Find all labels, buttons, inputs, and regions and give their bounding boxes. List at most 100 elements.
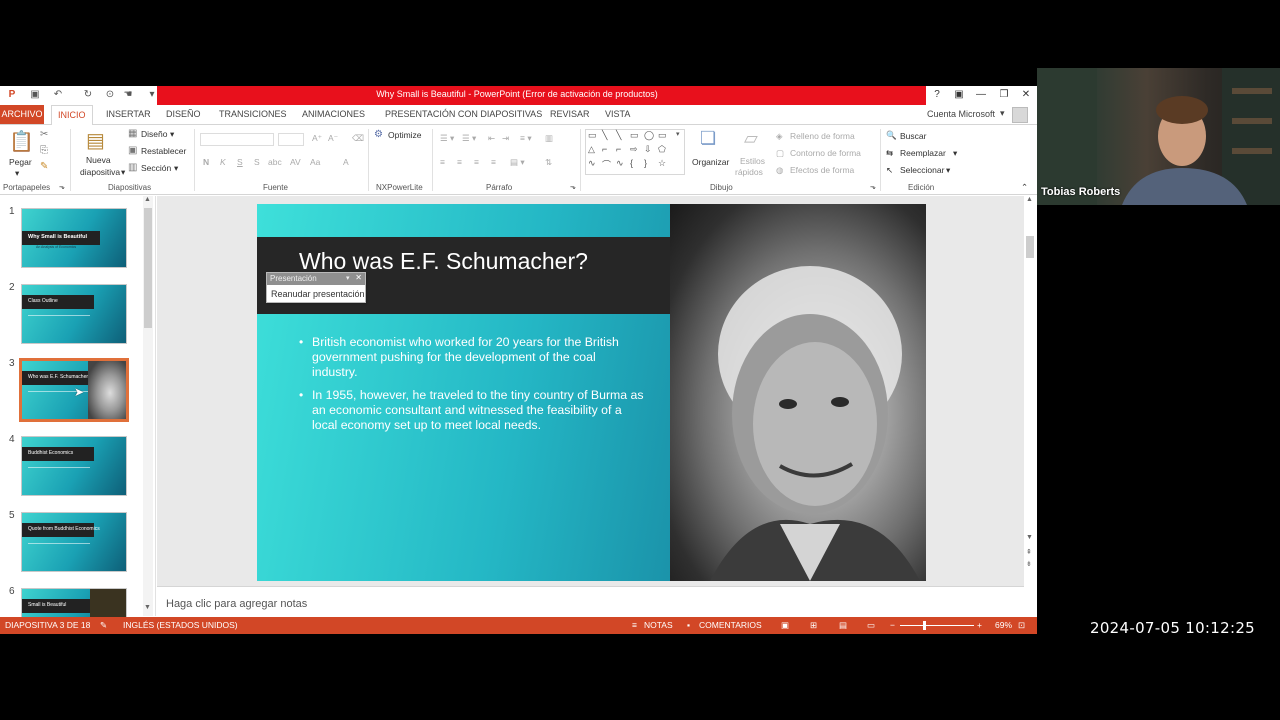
replace-icon[interactable]: ⇆ bbox=[886, 148, 893, 159]
justify-icon[interactable]: ≡ bbox=[491, 157, 496, 167]
shadow-button[interactable]: S bbox=[254, 157, 260, 167]
shape-fill-button[interactable]: Relleno de forma bbox=[790, 131, 855, 141]
bold-button[interactable]: N bbox=[203, 157, 209, 167]
star-shape-icon[interactable]: ☆ bbox=[658, 158, 666, 169]
brace-shape-icon[interactable]: { bbox=[630, 158, 633, 168]
find-icon[interactable]: 🔍 bbox=[886, 130, 897, 141]
slide-thumbnail-6[interactable]: Small is Beautiful bbox=[21, 588, 127, 618]
notes-pane[interactable]: Haga clic para agregar notas bbox=[157, 586, 1024, 617]
brace-right-shape-icon[interactable]: } bbox=[644, 158, 647, 168]
resume-presentation-button[interactable]: Reanudar presentación bbox=[271, 289, 365, 299]
paste-icon[interactable]: 📋 bbox=[9, 129, 34, 154]
paste-button[interactable]: Pegar bbox=[9, 157, 32, 167]
slide-thumbnail-4[interactable]: Buddhist Economics bbox=[21, 436, 127, 496]
current-slide[interactable]: Who was E.F. Schumacher? • British econom… bbox=[257, 204, 926, 581]
slide-scroll-thumb[interactable] bbox=[1026, 236, 1034, 258]
clipboard-launcher-icon[interactable]: ⬎ bbox=[59, 183, 65, 191]
reset-icon[interactable]: ▣ bbox=[128, 145, 137, 156]
new-slide-label-1[interactable]: Nueva bbox=[86, 155, 111, 165]
slide-body[interactable]: • British economist who worked for 20 yea… bbox=[299, 335, 644, 440]
next-slide-icon[interactable]: ⇟ bbox=[1026, 560, 1032, 568]
char-spacing-icon[interactable]: AV bbox=[290, 157, 301, 167]
notes-placeholder[interactable]: Haga clic para agregar notas bbox=[166, 598, 307, 610]
optimize-icon[interactable]: ⚙ bbox=[374, 129, 383, 140]
slide-scroll-down-icon[interactable]: ▼ bbox=[1026, 534, 1033, 541]
avatar[interactable] bbox=[1012, 107, 1028, 123]
curve-shape-icon[interactable]: ∿ bbox=[588, 158, 596, 169]
help-button[interactable]: ? bbox=[929, 88, 945, 102]
elbow-arrow-icon[interactable]: ⌐ bbox=[616, 144, 621, 154]
replace-dropdown-icon[interactable]: ▾ bbox=[953, 148, 957, 159]
arc-shape-icon[interactable]: ⌒ bbox=[602, 158, 611, 171]
bullets-icon[interactable]: ☰ ▾ bbox=[440, 133, 454, 144]
align-right-icon[interactable]: ≡ bbox=[474, 157, 479, 167]
spellcheck-icon[interactable]: ✎ bbox=[100, 620, 107, 631]
scroll-up-icon[interactable]: ▲ bbox=[144, 196, 151, 203]
slide-scrollbar[interactable]: ▲ ▼ ⇞ ⇟ bbox=[1025, 196, 1035, 586]
tab-vista[interactable]: VISTA bbox=[605, 109, 630, 119]
slide-title[interactable]: Who was E.F. Schumacher? bbox=[299, 248, 588, 275]
close-button[interactable]: ✕ bbox=[1018, 88, 1034, 102]
increase-indent-icon[interactable]: ⇥ bbox=[502, 133, 509, 144]
touch-mode-icon[interactable]: ☚ bbox=[122, 89, 134, 101]
normal-view-icon[interactable]: ▣ bbox=[781, 620, 789, 631]
zoom-in-icon[interactable]: + bbox=[977, 620, 982, 630]
rectangle-shape-icon[interactable]: ▭ bbox=[630, 130, 639, 141]
shrink-font-icon[interactable]: A⁻ bbox=[328, 133, 338, 144]
new-slide-icon[interactable]: ▤ bbox=[86, 128, 105, 153]
tab-archivo[interactable]: ARCHIVO bbox=[0, 105, 44, 124]
zoom-level[interactable]: 69% bbox=[995, 620, 1012, 630]
shape-effects-button[interactable]: Efectos de forma bbox=[790, 165, 854, 175]
collapse-ribbon-icon[interactable]: ⌃ bbox=[1021, 182, 1028, 193]
schumacher-portrait-photo[interactable] bbox=[670, 204, 926, 581]
align-left-icon[interactable]: ≡ bbox=[440, 157, 445, 167]
shape-outline-button[interactable]: Contorno de forma bbox=[790, 148, 861, 158]
freeform-shape-icon[interactable]: ∿ bbox=[616, 158, 624, 169]
shape-outline-icon[interactable]: ▢ bbox=[776, 148, 784, 159]
oval-shape-icon[interactable]: ◯ bbox=[644, 130, 654, 141]
previous-slide-icon[interactable]: ⇞ bbox=[1026, 548, 1032, 556]
layout-button[interactable]: Diseño bbox=[141, 129, 167, 139]
slide-thumbnail-5[interactable]: Quote from Buddhist Economics bbox=[21, 512, 127, 572]
layout-dropdown-icon[interactable]: ▾ bbox=[170, 129, 174, 140]
redo-icon[interactable]: ↻ bbox=[82, 89, 94, 101]
triangle-shape-icon[interactable]: △ bbox=[588, 144, 595, 155]
layout-icon[interactable]: ▦ bbox=[128, 128, 137, 139]
start-from-beginning-icon[interactable]: ⊙ bbox=[104, 89, 116, 101]
reading-view-icon[interactable]: ▤ bbox=[839, 620, 847, 631]
paragraph-launcher-icon[interactable]: ⬎ bbox=[570, 183, 576, 191]
shape-fill-icon[interactable]: ◈ bbox=[776, 131, 783, 142]
columns-layout-icon[interactable]: ▤ ▾ bbox=[510, 157, 525, 168]
arrange-icon[interactable]: ❏ bbox=[700, 128, 716, 149]
font-name-box[interactable] bbox=[200, 133, 274, 146]
section-dropdown-icon[interactable]: ▾ bbox=[174, 163, 178, 174]
comments-icon[interactable]: ▪ bbox=[687, 620, 690, 630]
arrow-line-shape-icon[interactable]: ╲ bbox=[616, 130, 621, 141]
cut-icon[interactable]: ✂ bbox=[40, 129, 48, 140]
quick-styles-label-1[interactable]: Estilos bbox=[740, 156, 765, 166]
line-shape-icon[interactable]: ╲ bbox=[602, 130, 607, 141]
columns-icon[interactable]: ▥ bbox=[545, 133, 553, 144]
scroll-thumb[interactable] bbox=[144, 208, 152, 328]
thumbnails-scrollbar[interactable]: ▲ ▼ bbox=[143, 196, 153, 616]
zoom-out-icon[interactable]: − bbox=[890, 620, 895, 630]
paste-dropdown-icon[interactable]: ▾ bbox=[15, 168, 19, 179]
numbering-icon[interactable]: ☰ ▾ bbox=[462, 133, 476, 144]
select-icon[interactable]: ↖ bbox=[886, 165, 893, 176]
zoom-slider-thumb[interactable] bbox=[923, 621, 926, 630]
slide-thumbnail-3[interactable]: Who was E.F. Schumacher? ➤ bbox=[19, 358, 129, 422]
align-center-icon[interactable]: ≡ bbox=[457, 157, 462, 167]
shapes-gallery[interactable]: ▭ ╲ ╲ ▭ ◯ ▭ △ ⌐ ⌐ ⇨ ⇩ ⬠ ∿ ⌒ ∿ { } ☆ ▾ bbox=[585, 129, 685, 175]
copy-icon[interactable]: ⎘ bbox=[40, 145, 48, 156]
textbox-shape-icon[interactable]: ▭ bbox=[588, 130, 597, 141]
section-button[interactable]: Sección bbox=[141, 163, 171, 173]
rounded-rect-shape-icon[interactable]: ▭ bbox=[658, 130, 667, 141]
popup-dropdown-icon[interactable]: ▾ bbox=[346, 274, 350, 282]
drawing-launcher-icon[interactable]: ⬎ bbox=[870, 183, 876, 191]
font-color-icon[interactable]: A bbox=[343, 157, 349, 167]
italic-button[interactable]: K bbox=[220, 157, 226, 167]
arrange-button[interactable]: Organizar bbox=[692, 157, 729, 167]
notes-icon[interactable]: ≡ bbox=[632, 620, 637, 630]
minimize-button[interactable]: — bbox=[973, 88, 989, 102]
shapes-more-icon[interactable]: ▾ bbox=[676, 130, 680, 138]
